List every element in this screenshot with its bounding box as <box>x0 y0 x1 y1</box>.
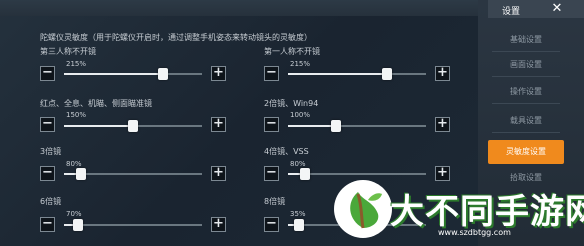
plus-icon: + <box>213 116 224 131</box>
slider-value: 70% <box>66 210 82 218</box>
menu-item-sensitivity[interactable]: 灵敏度设置 <box>488 140 564 164</box>
increase-button[interactable]: + <box>435 66 450 81</box>
slider-label: 8倍镜 <box>264 197 286 206</box>
slider-value: 35% <box>290 210 306 218</box>
slider-knob[interactable] <box>72 219 83 231</box>
plus-icon: + <box>213 165 224 180</box>
watermark-text: 大不同手游网 <box>390 192 584 232</box>
plus-icon: + <box>213 65 224 80</box>
menu-divider <box>492 51 560 52</box>
increase-button[interactable]: + <box>211 117 226 132</box>
slider-track[interactable] <box>64 219 202 231</box>
minus-icon: − <box>266 216 277 231</box>
increase-button[interactable]: + <box>211 166 226 181</box>
watermark-url: www.szdbtgg.com <box>438 228 511 237</box>
minus-icon: − <box>42 165 53 180</box>
menu-divider <box>492 103 560 104</box>
minus-icon: − <box>42 116 53 131</box>
slider-value: 80% <box>290 160 306 168</box>
section-title: 陀螺仪灵敏度（用于陀螺仪开启时，通过调整手机姿态来转动镜头的灵敏度） <box>40 33 312 42</box>
increase-button[interactable]: + <box>211 217 226 232</box>
slider-knob[interactable] <box>75 168 86 180</box>
plus-icon: + <box>437 116 448 131</box>
slider-track[interactable] <box>288 120 426 132</box>
close-icon: ✕ <box>551 1 563 16</box>
menu-item-controls[interactable]: 操作设置 <box>488 82 564 102</box>
increase-button[interactable]: + <box>435 117 450 132</box>
menu-divider <box>492 76 560 77</box>
slider-value: 215% <box>290 60 311 68</box>
slider-label: 2倍镜、Win94 <box>264 99 319 108</box>
slider-knob[interactable] <box>331 120 342 132</box>
slider-label: 红点、全息、机瞄、侧面瞄准镜 <box>40 99 152 108</box>
menu-item-display[interactable]: 画面设置 <box>488 55 564 75</box>
minus-icon: − <box>42 216 53 231</box>
decrease-button[interactable]: − <box>40 166 55 181</box>
close-button[interactable]: ✕ <box>542 0 572 18</box>
slider-label: 6倍镜 <box>40 197 62 206</box>
slider-label: 4倍镜、VSS <box>264 147 309 156</box>
slider-value: 100% <box>290 111 311 119</box>
minus-icon: − <box>42 65 53 80</box>
slider-fill <box>64 73 164 75</box>
slider-track[interactable] <box>64 120 202 132</box>
slider-track[interactable] <box>288 68 426 80</box>
decrease-button[interactable]: − <box>264 66 279 81</box>
menu-item-vehicle[interactable]: 载具设置 <box>488 111 564 131</box>
slider-knob[interactable] <box>382 68 393 80</box>
decrease-button[interactable]: − <box>40 217 55 232</box>
slider-knob[interactable] <box>299 168 310 180</box>
slider-knob[interactable] <box>158 68 169 80</box>
decrease-button[interactable]: − <box>264 217 279 232</box>
settings-screen: 陀螺仪灵敏度（用于陀螺仪开启时，通过调整手机姿态来转动镜头的灵敏度） 第三人称不… <box>0 0 584 246</box>
minus-icon: − <box>266 65 277 80</box>
slider-knob[interactable] <box>128 120 138 132</box>
slider-value: 215% <box>66 60 87 68</box>
slider-label: 3倍镜 <box>40 147 62 156</box>
plus-icon: + <box>437 65 448 80</box>
slider-fill <box>64 125 133 127</box>
watermark: 大不同手游网 www.szdbtgg.com <box>320 178 584 246</box>
decrease-button[interactable]: − <box>264 166 279 181</box>
sidebar-title: 设置 <box>502 7 521 17</box>
watermark-logo <box>334 180 392 238</box>
leaf-logo-icon <box>350 192 382 229</box>
slider-fill <box>288 73 388 75</box>
decrease-button[interactable]: − <box>40 117 55 132</box>
minus-icon: − <box>266 116 277 131</box>
menu-item-basic[interactable]: 基础设置 <box>488 30 564 50</box>
slider-fill <box>288 125 337 127</box>
slider-label: 第三人称不开镜 <box>40 47 96 56</box>
decrease-button[interactable]: − <box>40 66 55 81</box>
slider-label: 第一人称不开镜 <box>264 47 320 56</box>
slider-value: 80% <box>66 160 82 168</box>
menu-divider <box>492 132 560 133</box>
slider-track[interactable] <box>64 68 202 80</box>
slider-knob[interactable] <box>294 219 305 231</box>
slider-track[interactable] <box>288 168 426 180</box>
decrease-button[interactable]: − <box>264 117 279 132</box>
increase-button[interactable]: + <box>211 66 226 81</box>
minus-icon: − <box>266 165 277 180</box>
slider-track[interactable] <box>64 168 202 180</box>
plus-icon: + <box>213 216 224 231</box>
slider-value: 150% <box>66 111 87 119</box>
